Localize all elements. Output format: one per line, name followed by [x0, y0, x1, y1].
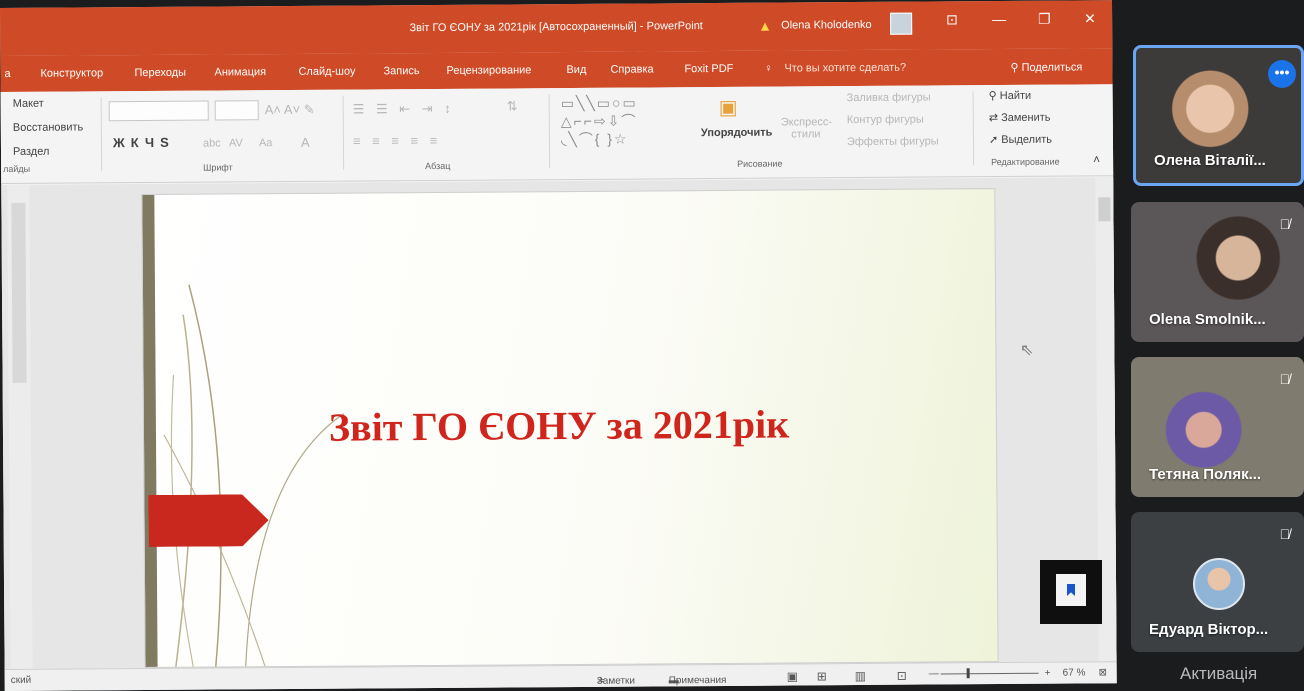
arrange-button[interactable]: Упорядочить: [701, 127, 773, 139]
tab-record[interactable]: Запись: [383, 65, 419, 77]
list-buttons[interactable]: ☰ ☰ ⇤ ⇥ ↕: [353, 101, 455, 118]
mic-off-icon: 🎙̸: [1279, 371, 1291, 387]
shapes-gallery[interactable]: ▭╲╲▭○▭ △⌐⌐⇨⇩⌒ ◟╲⌒{ }☆: [561, 94, 638, 149]
replace-icon: ⇄: [988, 112, 1002, 125]
font-size-combobox[interactable]: [214, 100, 259, 121]
tab-help[interactable]: Справка: [610, 63, 653, 75]
zoom-out-button[interactable]: —: [929, 668, 939, 679]
replace-button[interactable]: ⇄ Заменить: [989, 111, 1051, 124]
participant-tile[interactable]: 🎙̸ Едуард Віктор...: [1131, 512, 1304, 652]
share-button[interactable]: ⚲ Поделиться: [1010, 60, 1082, 74]
language-indicator[interactable]: ский: [11, 675, 32, 686]
slide-sorter-icon[interactable]: ⊞: [817, 669, 827, 683]
scrollbar-thumb[interactable]: [1098, 197, 1111, 222]
slide-title[interactable]: Звіт ГО ЄОНУ за 2021рік: [329, 401, 790, 451]
ribbon-divider: [972, 91, 975, 166]
group-label-drawing: Рисование: [737, 158, 783, 169]
close-button[interactable]: ✕: [1084, 10, 1096, 27]
participant-tile[interactable]: 🎙̸ Тетяна Поляк...: [1131, 357, 1304, 497]
align-buttons[interactable]: ≡ ≡ ≡ ≡ ≡: [353, 133, 441, 149]
cursor-icon: ➚: [988, 134, 1002, 147]
powerpoint-window: Звіт ГО ЄОНУ за 2021рік [Автосохраненный…: [0, 0, 1117, 691]
spacing-button[interactable]: AV: [229, 137, 243, 149]
more-options-button[interactable]: •••: [1268, 60, 1296, 88]
tab-foxit-pdf[interactable]: Foxit PDF: [684, 63, 733, 75]
restore-button[interactable]: ❐: [1038, 11, 1051, 28]
bookmark-widget[interactable]: [1040, 560, 1102, 624]
zoom-slider-thumb[interactable]: [966, 668, 970, 679]
participant-tile[interactable]: 🎙̸ Olena Smolnik...: [1131, 202, 1304, 342]
scrollbar-thumb[interactable]: [11, 202, 27, 383]
normal-view-icon[interactable]: ▣: [787, 669, 798, 683]
ribbon-display-icon[interactable]: ⊡: [946, 11, 958, 28]
find-button[interactable]: ⚲ Найти: [989, 89, 1032, 102]
tab-transitions[interactable]: Переходы: [134, 67, 186, 79]
select-button[interactable]: ➚ Выделить: [989, 133, 1052, 146]
participant-name: Едуард Віктор...: [1149, 621, 1269, 638]
mouse-cursor-icon: ⇖: [1020, 342, 1034, 359]
zoom-in-button[interactable]: +: [1045, 668, 1051, 679]
reading-view-icon[interactable]: ▥: [855, 669, 866, 683]
shape-outline-button[interactable]: Контур фигуры: [847, 114, 924, 127]
more-icon: •••: [1274, 64, 1290, 80]
slideshow-icon[interactable]: ⊡: [897, 669, 907, 683]
group-label-paragraph: Абзац: [425, 160, 451, 172]
group-label-font: Шрифт: [203, 162, 233, 173]
tab-file[interactable]: а: [4, 68, 10, 80]
photo-of-screen: Звіт ГО ЄОНУ за 2021рік [Автосохраненный…: [0, 0, 1304, 691]
tab-design[interactable]: Конструктор: [40, 67, 103, 79]
windows-activation-watermark: Активація: [1180, 664, 1258, 683]
font-name-combobox[interactable]: [108, 100, 209, 122]
ribbon: Макет Восстановить Раздел лайды A˄ A˅ ✎ …: [0, 84, 1114, 184]
layout-button[interactable]: Макет: [13, 98, 44, 110]
mic-off-icon: 🎙̸: [1279, 526, 1291, 542]
tab-view[interactable]: Вид: [566, 64, 586, 76]
search-icon: ⚲: [988, 90, 1000, 103]
tab-slideshow[interactable]: Слайд-шоу: [298, 66, 355, 78]
section-button[interactable]: Раздел: [13, 146, 49, 158]
font-grow-shrink-icons[interactable]: A˄ A˅ ✎: [265, 102, 315, 118]
group-label-editing: Редактирование: [991, 156, 1060, 168]
ribbon-divider: [548, 94, 551, 169]
thumbnail-scrollbar[interactable]: [7, 184, 33, 669]
title-bar: Звіт ГО ЄОНУ за 2021рік [Автосохраненный…: [0, 0, 1113, 56]
fit-to-window-icon[interactable]: ⊠: [1099, 667, 1107, 678]
participant-name: Олена Віталії...: [1154, 152, 1266, 169]
text-direction-icon[interactable]: ⇅: [507, 98, 518, 114]
font-color-button[interactable]: A: [301, 135, 310, 150]
group-label-slides: лайды: [3, 163, 31, 174]
minimize-button[interactable]: —: [992, 11, 1006, 27]
shape-effects-button[interactable]: Эффекты фигуры: [847, 135, 939, 148]
case-button[interactable]: Aa: [259, 137, 273, 149]
quick-styles-button[interactable]: Экспресс-стили: [781, 116, 832, 140]
strike-button[interactable]: abc: [203, 137, 221, 149]
shape-fill-button[interactable]: Заливка фигуры: [847, 92, 931, 105]
user-avatar[interactable]: [890, 12, 913, 35]
slide-canvas[interactable]: Звіт ГО ЄОНУ за 2021рік: [141, 188, 999, 669]
share-label: Поделиться: [1021, 61, 1083, 74]
warning-icon[interactable]: ▲: [758, 18, 772, 34]
person-icon: ⚲: [1010, 61, 1022, 74]
tell-me-search[interactable]: Что вы хотите сделать?: [784, 62, 906, 75]
collapse-ribbon-icon[interactable]: ˄: [1093, 152, 1100, 166]
ribbon-divider: [342, 95, 345, 170]
participant-name: Olena Smolnik...: [1149, 311, 1266, 328]
signed-in-user[interactable]: Olena Kholodenko: [781, 19, 872, 32]
zoom-level[interactable]: 67 %: [1063, 667, 1086, 678]
mic-off-icon: 🎙̸: [1279, 216, 1291, 232]
reset-button[interactable]: Восстановить: [13, 121, 84, 133]
participant-name: Тетяна Поляк...: [1149, 466, 1262, 483]
tab-review[interactable]: Рецензирование: [446, 64, 531, 77]
arrange-icon: ▣: [718, 96, 738, 119]
tab-animations[interactable]: Анимация: [214, 66, 266, 78]
font-style-buttons[interactable]: ЖКЧS: [113, 135, 175, 150]
avatar: [1193, 558, 1245, 610]
ribbon-divider: [100, 97, 103, 172]
slide-edit-area: Звіт ГО ЄОНУ за 2021рік: [1, 177, 1117, 669]
zoom-slider[interactable]: [940, 672, 1039, 675]
lightbulb-icon: ♀: [764, 62, 773, 75]
